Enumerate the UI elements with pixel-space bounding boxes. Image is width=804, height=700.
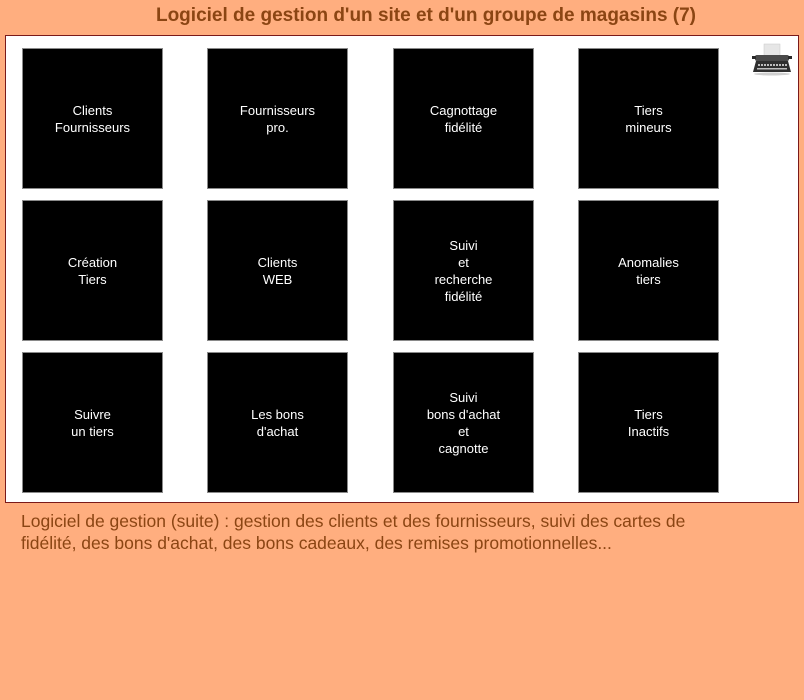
tile-label: Tiers Inactifs bbox=[627, 406, 670, 439]
tile-label: Anomalies tiers bbox=[618, 254, 679, 287]
tile-clients-web[interactable]: Clients WEB bbox=[207, 200, 348, 341]
tile-creation-tiers[interactable]: Création Tiers bbox=[22, 200, 163, 341]
tile-clients-fournisseurs[interactable]: Clients Fournisseurs bbox=[22, 48, 163, 189]
tile-label: Clients WEB bbox=[257, 254, 298, 287]
tile-cagnottage-fidelite[interactable]: Cagnottage fidélité bbox=[393, 48, 534, 189]
tile-anomalies-tiers[interactable]: Anomalies tiers bbox=[578, 200, 719, 341]
tile-tiers-mineurs[interactable]: Tiers mineurs bbox=[578, 48, 719, 189]
tile-suivre-un-tiers[interactable]: Suivre un tiers bbox=[22, 352, 163, 493]
tile-label: Clients Fournisseurs bbox=[54, 102, 131, 135]
description-text: Logiciel de gestion (suite) : gestion de… bbox=[21, 511, 686, 553]
tile-suivi-recherche-fidelite[interactable]: Suivi et recherche fidélité bbox=[393, 200, 534, 341]
tile-label: Les bons d'achat bbox=[251, 406, 304, 439]
tile-label: Tiers mineurs bbox=[625, 102, 672, 135]
tile-tiers-inactifs[interactable]: Tiers Inactifs bbox=[578, 352, 719, 493]
tile-label: Fournisseurs pro. bbox=[239, 102, 316, 135]
menu-panel: Clients Fournisseurs Fournisseurs pro. C… bbox=[5, 35, 799, 503]
tile-label: Suivi et recherche fidélité bbox=[434, 237, 493, 304]
page-title: Logiciel de gestion d'un site et d'un gr… bbox=[155, 5, 697, 26]
tile-suivi-bons-achat-cagnotte[interactable]: Suivi bons d'achat et cagnotte bbox=[393, 352, 534, 493]
tile-label: Cagnottage fidélité bbox=[429, 102, 498, 135]
tile-fournisseurs-pro[interactable]: Fournisseurs pro. bbox=[207, 48, 348, 189]
tile-label: Création Tiers bbox=[67, 254, 118, 287]
tile-label: Suivi bons d'achat et cagnotte bbox=[426, 389, 501, 456]
tile-bons-achat[interactable]: Les bons d'achat bbox=[207, 352, 348, 493]
tile-label: Suivre un tiers bbox=[71, 406, 114, 439]
typewriter-icon[interactable] bbox=[750, 42, 794, 76]
